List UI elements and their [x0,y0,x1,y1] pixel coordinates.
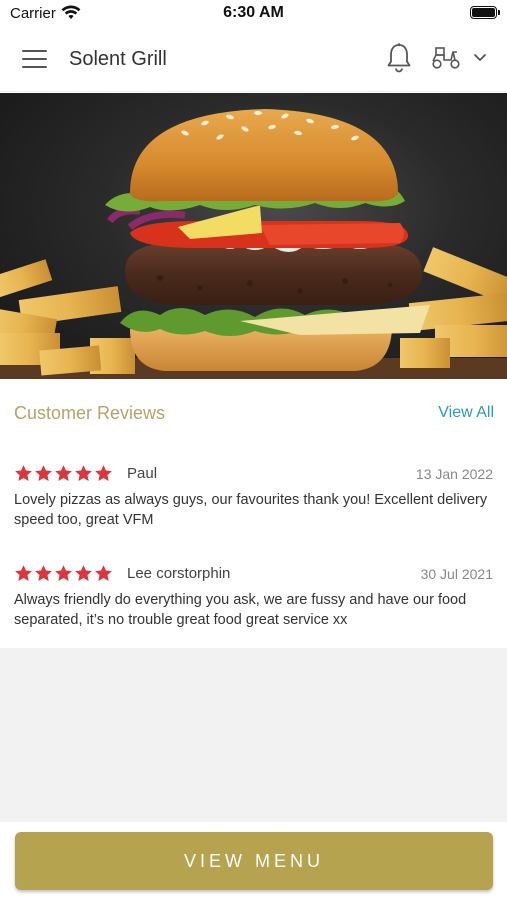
star-rating [14,464,113,483]
star-icon [95,465,112,481]
star-icon [75,565,92,581]
view-menu-button[interactable]: VIEW MENU [15,832,493,890]
reviewer-name: Lee corstorphin [127,565,231,582]
star-icon [55,565,72,581]
footer: VIEW MENU [0,822,507,900]
review-date: 30 Jul 2021 [420,566,493,582]
star-icon [15,565,32,581]
star-rating [14,564,113,583]
star-icon [55,465,72,481]
page-title: Solent Grill [69,48,167,70]
star-icon [35,565,52,581]
review-text: Always friendly do everything you ask, w… [14,592,467,628]
review-date: 13 Jan 2022 [415,466,493,482]
star-icon [15,465,32,481]
customer-reviews-section: Customer Reviews View All Paul 13 Jan 20… [0,380,507,648]
delivery-scooter-icon[interactable] [431,46,461,70]
burger-photo [0,109,507,379]
battery-icon [470,6,500,19]
status-bar: Carrier 6:30 AM [0,0,507,26]
chevron-down-icon[interactable] [473,53,487,63]
star-icon [35,465,52,481]
star-icon [95,565,112,581]
hero-image [0,93,507,379]
menu-icon[interactable] [22,50,47,68]
empty-content-area [0,648,507,822]
reviews-heading: Customer Reviews [14,403,166,423]
fries-left [0,259,135,376]
view-all-link[interactable]: View All [438,404,494,422]
reviewer-name: Paul [127,465,158,482]
review-text: Lovely pizzas as always guys, our favour… [14,492,488,528]
bell-icon[interactable] [386,42,412,74]
app-header: Solent Grill [0,26,507,92]
star-icon [75,465,92,481]
status-time: 6:30 AM [223,4,284,21]
